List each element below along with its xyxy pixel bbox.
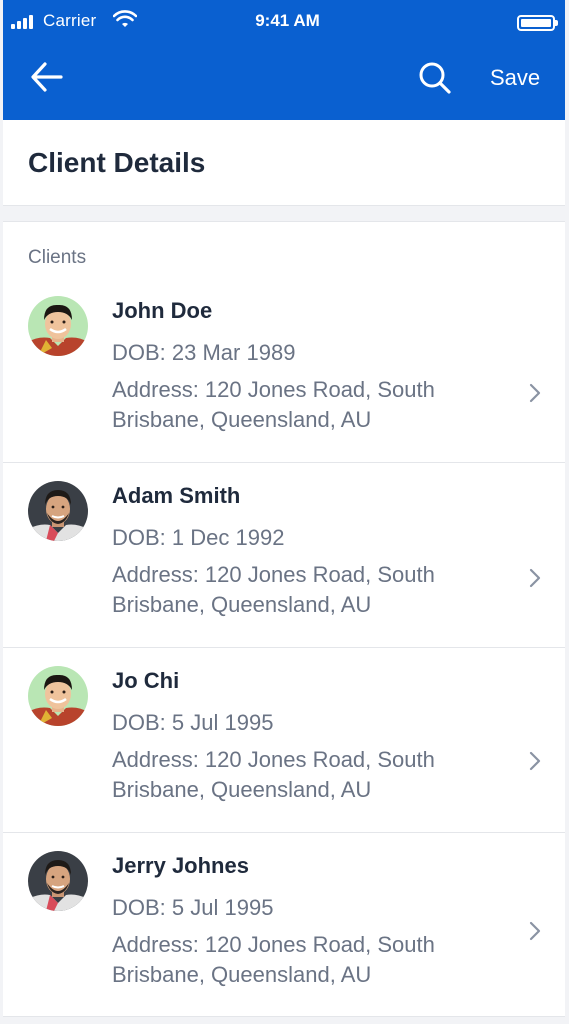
search-icon[interactable]	[417, 60, 453, 96]
client-row-jo-chi[interactable]: Jo Chi DOB: 5 Jul 1995 Address: 120 Jone…	[3, 648, 565, 833]
status-bar: Carrier 9:41 AM	[3, 6, 565, 38]
status-time: 9:41 AM	[255, 11, 320, 30]
client-name: John Doe	[112, 298, 213, 323]
avatar	[28, 666, 88, 726]
client-dob: DOB: 23 Mar 1989	[112, 340, 296, 365]
client-name: Jerry Johnes	[112, 853, 249, 878]
chevron-right-icon	[529, 921, 541, 941]
client-dob: DOB: 1 Dec 1992	[112, 525, 285, 550]
arrow-left-icon[interactable]	[29, 60, 65, 94]
avatar	[28, 481, 88, 541]
client-name: Adam Smith	[112, 483, 241, 508]
client-name: Jo Chi	[112, 668, 180, 693]
battery-icon	[517, 15, 558, 31]
avatar	[28, 851, 88, 911]
client-row-jerry-johnes[interactable]: Jerry Johnes DOB: 5 Jul 1995 Address: 12…	[3, 833, 565, 1018]
chevron-right-icon	[529, 383, 541, 403]
client-dob: DOB: 5 Jul 1995	[112, 895, 274, 920]
app-frame: Carrier 9:41 AM Save Client Details Clie…	[3, 0, 565, 1024]
avatar	[28, 296, 88, 356]
title-card: Client Details	[3, 120, 565, 206]
save-button[interactable]: Save	[490, 65, 540, 91]
screen: Carrier 9:41 AM Save Client Details Clie…	[0, 0, 569, 1024]
client-address: Address: 120 Jones Road, South Brisbane,…	[112, 562, 435, 617]
client-address: Address: 120 Jones Road, South Brisbane,…	[112, 377, 435, 432]
section-label: Clients	[28, 247, 87, 268]
chevron-right-icon	[529, 568, 541, 588]
client-row-adam-smith[interactable]: Adam Smith DOB: 1 Dec 1992 Address: 120 …	[3, 463, 565, 648]
client-row-john-doe[interactable]: John Doe DOB: 23 Mar 1989 Address: 120 J…	[3, 278, 565, 463]
client-address: Address: 120 Jones Road, South Brisbane,…	[112, 747, 435, 802]
client-dob: DOB: 5 Jul 1995	[112, 710, 274, 735]
page-title: Client Details	[28, 147, 206, 178]
client-address: Address: 120 Jones Road, South Brisbane,…	[112, 932, 435, 987]
clients-list: Clients John Doe DOB: 23 Mar 1989 Addres…	[3, 221, 565, 1017]
app-bar: Carrier 9:41 AM Save	[3, 0, 565, 120]
chevron-right-icon	[529, 751, 541, 771]
